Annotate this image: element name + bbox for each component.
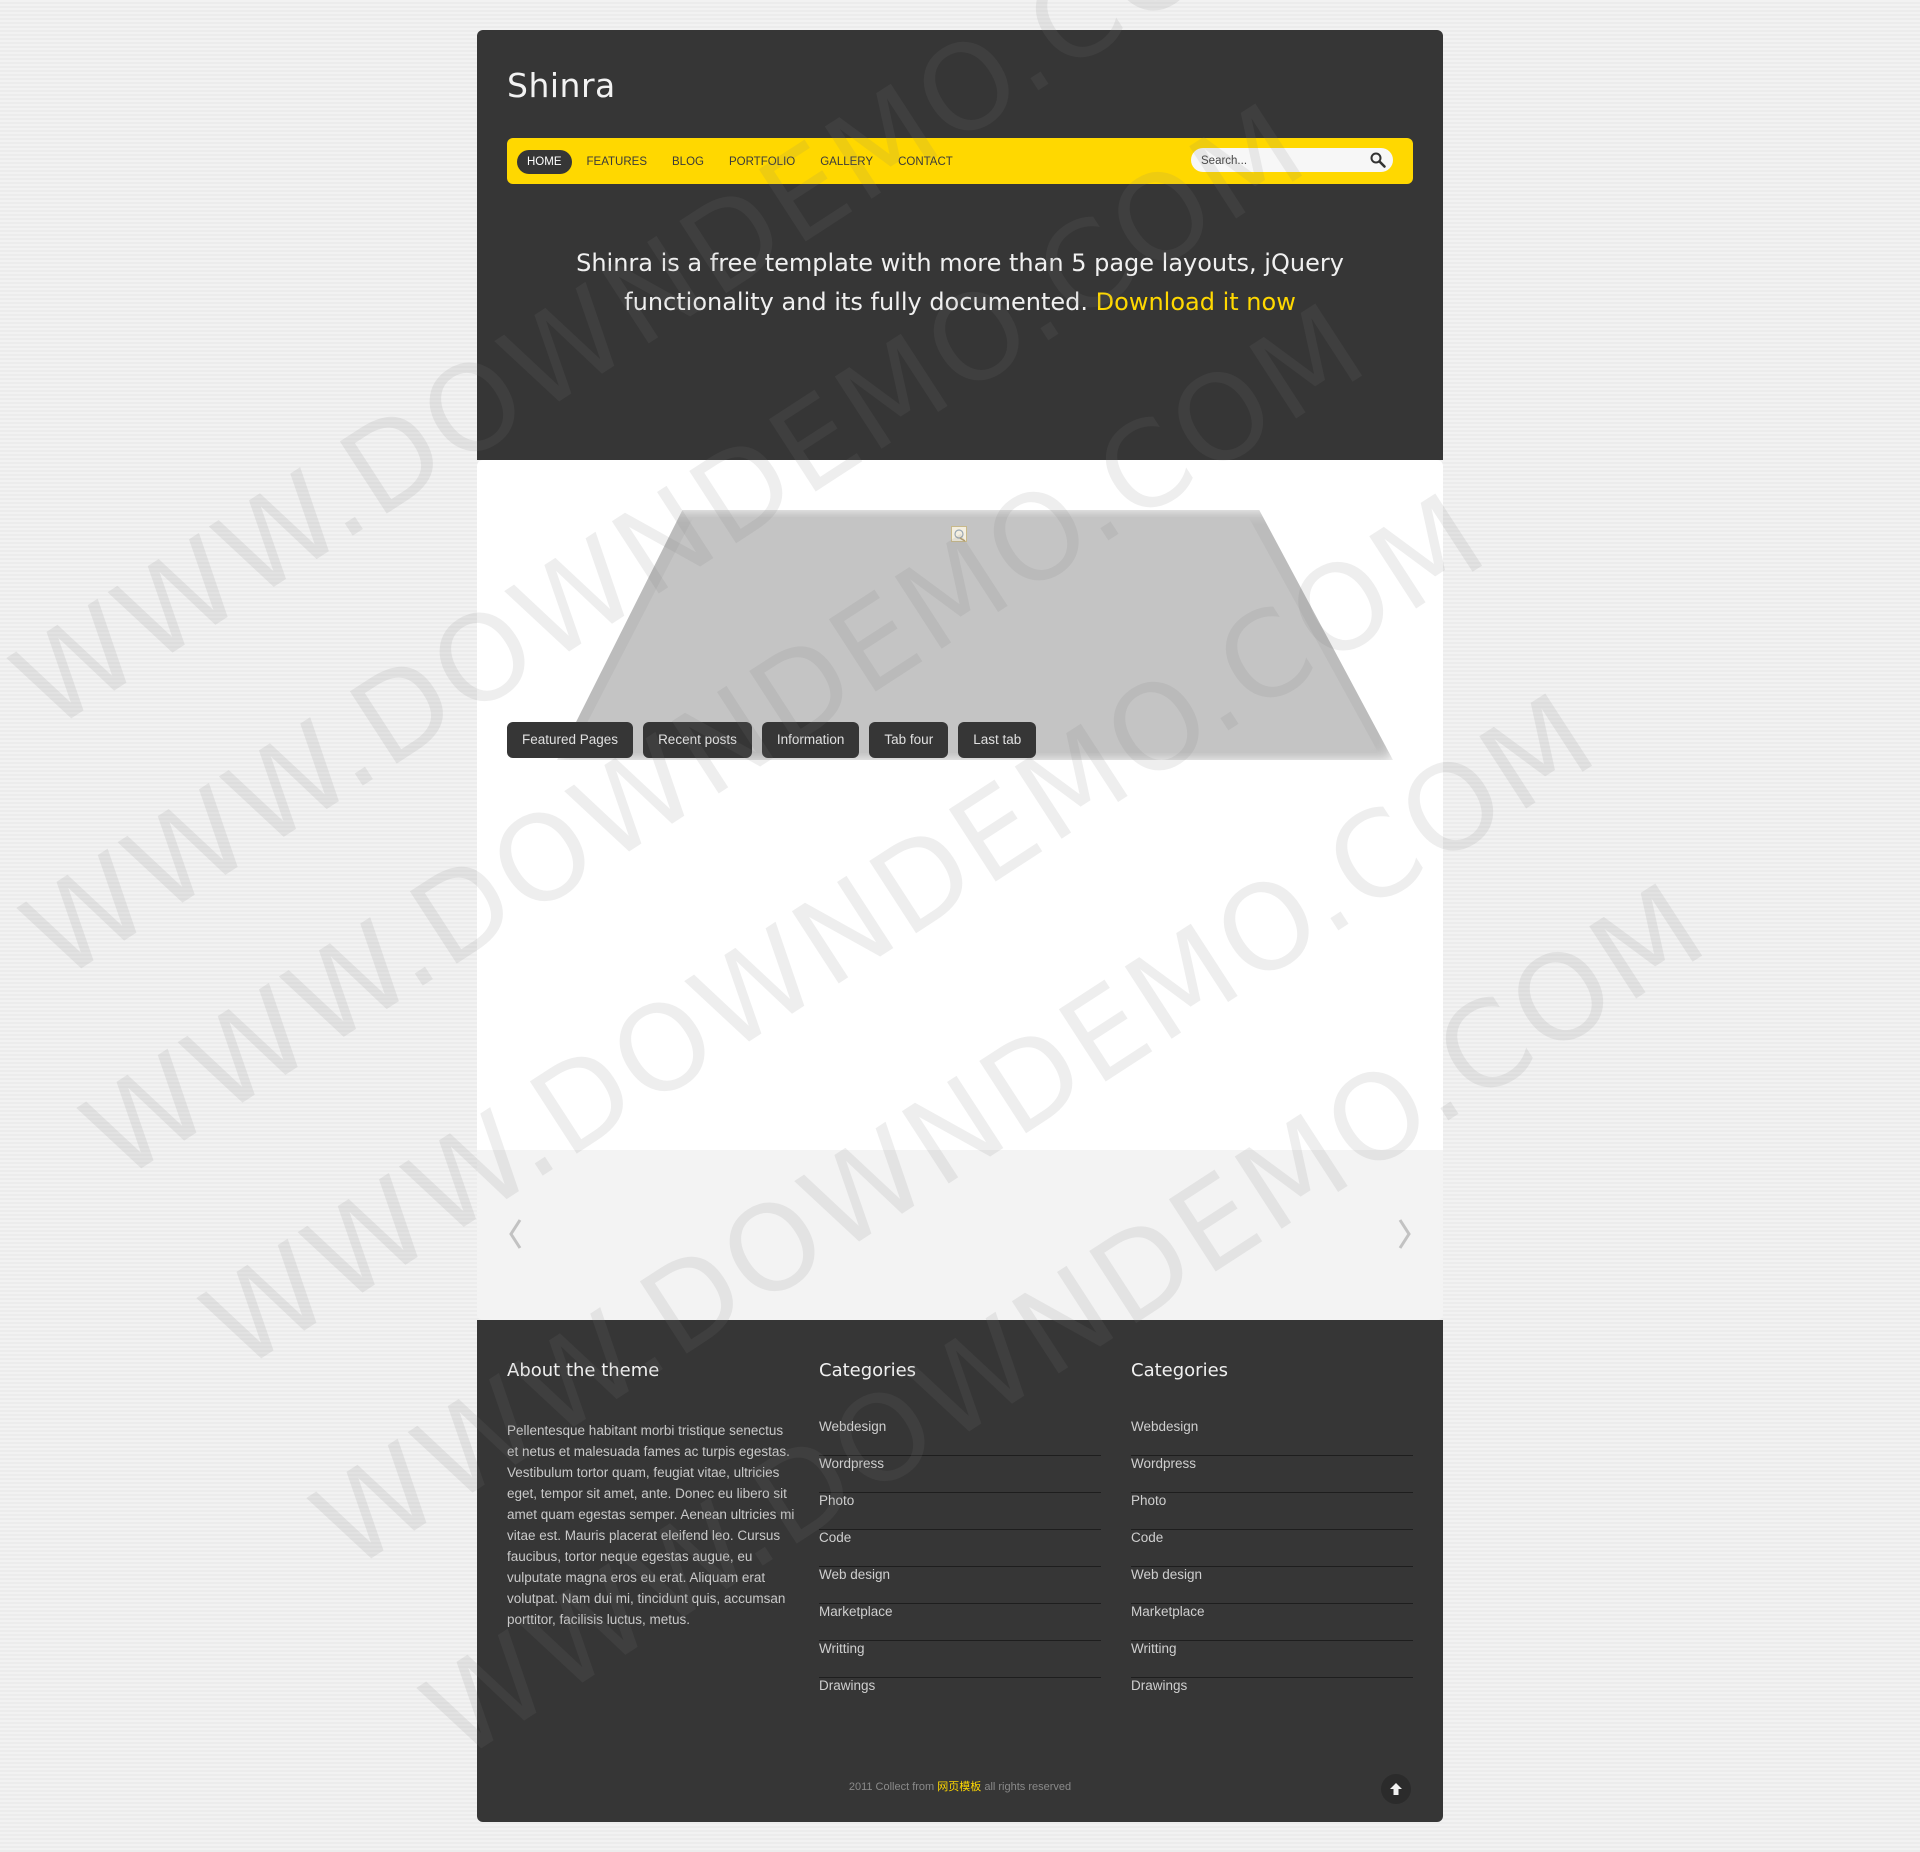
category-link[interactable]: Webdesign bbox=[1131, 1419, 1413, 1456]
hero-tagline: Shinra is a free template with more than… bbox=[507, 244, 1413, 322]
category-list: Webdesign Wordpress Photo Code Web desig… bbox=[819, 1419, 1101, 1715]
broken-image-icon bbox=[951, 526, 967, 542]
category-link[interactable]: Marketplace bbox=[1131, 1604, 1413, 1641]
about-text: Pellentesque habitant morbi tristique se… bbox=[507, 1423, 795, 1627]
nav-list: HOME FEATURES BLOG PORTFOLIO GALLERY CON… bbox=[517, 150, 968, 174]
nav-item-contact[interactable]: CONTACT bbox=[888, 150, 963, 174]
footer-about: About the theme Pellentesque habitant mo… bbox=[507, 1360, 794, 1630]
search-icon[interactable] bbox=[1369, 151, 1387, 169]
categories-title: Categories bbox=[1131, 1360, 1229, 1381]
category-link[interactable]: Webdesign bbox=[819, 1419, 1101, 1456]
copyright-prefix: 2011 Collect from bbox=[848, 1781, 938, 1793]
category-link[interactable]: Photo bbox=[819, 1493, 1101, 1530]
about-title: About the theme bbox=[507, 1360, 660, 1381]
main-navbar: HOME FEATURES BLOG PORTFOLIO GALLERY CON… bbox=[507, 138, 1413, 184]
chevron-right-icon[interactable] bbox=[1395, 1216, 1415, 1252]
nav-item-home[interactable]: HOME bbox=[517, 150, 572, 174]
tab-information[interactable]: Information bbox=[761, 722, 860, 758]
tab-last[interactable]: Last tab bbox=[958, 722, 1037, 758]
nav-item-gallery[interactable]: GALLERY bbox=[810, 150, 883, 174]
search-input[interactable] bbox=[1199, 151, 1363, 171]
site-footer: About the theme Pellentesque habitant mo… bbox=[477, 1320, 1443, 1822]
category-link[interactable]: Web design bbox=[819, 1567, 1101, 1604]
nav-item-features[interactable]: FEATURES bbox=[577, 150, 658, 174]
category-link[interactable]: Code bbox=[1131, 1530, 1413, 1567]
chevron-left-icon[interactable] bbox=[505, 1216, 525, 1252]
category-link[interactable]: Writting bbox=[819, 1641, 1101, 1678]
nav-item-blog[interactable]: BLOG bbox=[662, 150, 714, 174]
category-link[interactable]: Web design bbox=[1131, 1567, 1413, 1604]
category-link[interactable]: Wordpress bbox=[819, 1456, 1101, 1493]
footer-categories-2: Categories Webdesign Wordpress Photo Cod… bbox=[1131, 1360, 1413, 1715]
arrow-up-icon bbox=[1390, 1783, 1402, 1795]
category-link[interactable]: Drawings bbox=[819, 1678, 1101, 1715]
category-link[interactable]: Wordpress bbox=[1131, 1456, 1413, 1493]
back-to-top-button[interactable] bbox=[1381, 1774, 1411, 1804]
copyright-link[interactable]: 网页模板 bbox=[937, 1781, 981, 1793]
site-title[interactable]: Shinra bbox=[507, 66, 616, 105]
copyright-text: 2011 Collect from 网页模板 all rights reserv… bbox=[477, 1778, 1443, 1794]
copyright-suffix: all rights reserved bbox=[981, 1781, 1072, 1793]
category-list: Webdesign Wordpress Photo Code Web desig… bbox=[1131, 1419, 1413, 1715]
tab-featured-pages[interactable]: Featured Pages bbox=[507, 722, 634, 758]
slider-controls bbox=[477, 1150, 1443, 1320]
category-link[interactable]: Photo bbox=[1131, 1493, 1413, 1530]
category-link[interactable]: Drawings bbox=[1131, 1678, 1413, 1715]
slide-shadow-shape-inner bbox=[572, 518, 1378, 752]
download-link[interactable]: Download it now bbox=[1096, 288, 1296, 316]
categories-title: Categories bbox=[819, 1360, 917, 1381]
site-header: Shinra HOME FEATURES BLOG PORTFOLIO GALL… bbox=[477, 30, 1443, 460]
footer-categories-1: Categories Webdesign Wordpress Photo Cod… bbox=[819, 1360, 1101, 1715]
category-link[interactable]: Marketplace bbox=[819, 1604, 1101, 1641]
category-link[interactable]: Writting bbox=[1131, 1641, 1413, 1678]
featured-content: Featured Pages Recent posts Information … bbox=[477, 460, 1443, 1150]
category-link[interactable]: Code bbox=[819, 1530, 1101, 1567]
nav-item-portfolio[interactable]: PORTFOLIO bbox=[719, 150, 805, 174]
search-box bbox=[1191, 148, 1393, 172]
tab-recent-posts[interactable]: Recent posts bbox=[643, 722, 752, 758]
tab-four[interactable]: Tab four bbox=[869, 722, 949, 758]
content-tabs: Featured Pages Recent posts Information … bbox=[507, 722, 1046, 758]
